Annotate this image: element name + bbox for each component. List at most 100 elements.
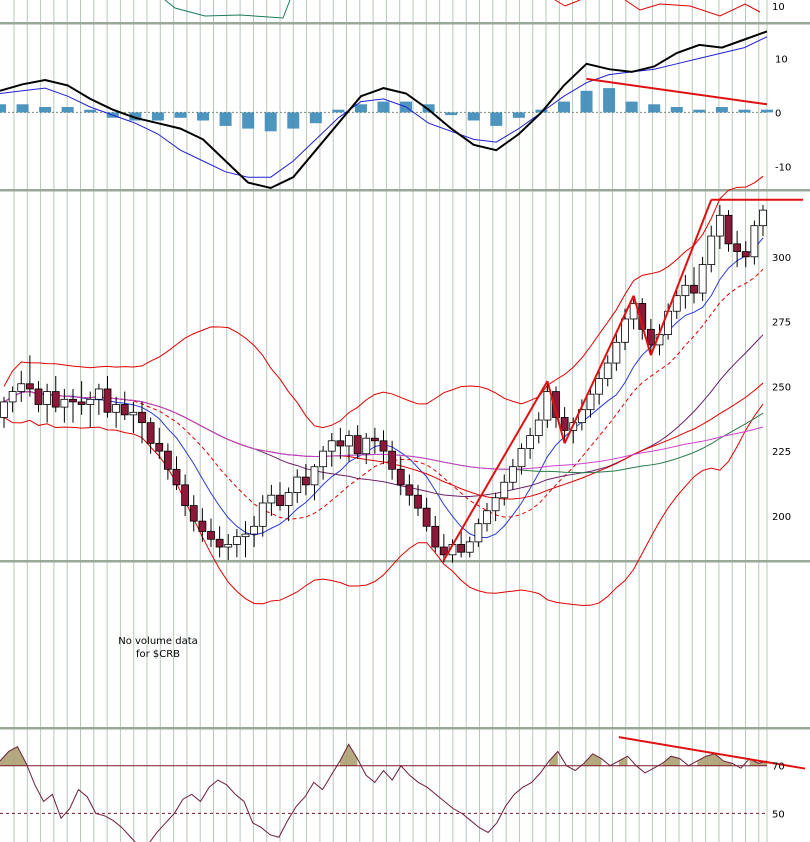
candle-down bbox=[396, 468, 405, 486]
candle-up bbox=[483, 510, 491, 525]
macd-histogram-bar bbox=[197, 112, 210, 121]
candle-down bbox=[207, 531, 215, 540]
candle-down bbox=[388, 450, 397, 470]
candle-down bbox=[690, 284, 698, 294]
candle-down bbox=[379, 440, 388, 452]
candle-down bbox=[25, 383, 34, 390]
candle-up bbox=[517, 448, 526, 468]
candle-down bbox=[181, 484, 190, 506]
rsi-tick-label: 50 bbox=[772, 809, 785, 820]
macd-histogram-bar bbox=[377, 101, 390, 113]
candle-down bbox=[301, 476, 310, 486]
macd-histogram-bar bbox=[738, 109, 751, 113]
candle-up bbox=[465, 541, 474, 553]
chart-background bbox=[0, 0, 810, 842]
macd-tick-label: 10 bbox=[775, 54, 788, 65]
candle-up bbox=[250, 525, 259, 535]
candle-up bbox=[491, 497, 500, 512]
candle-down bbox=[353, 435, 362, 455]
candle-up bbox=[8, 391, 17, 403]
candle-up bbox=[284, 492, 293, 506]
macd-tick-label: -10 bbox=[775, 162, 791, 173]
candle-down bbox=[120, 404, 129, 416]
candle-up bbox=[60, 398, 69, 408]
macd-histogram-bar bbox=[648, 104, 661, 113]
candle-up bbox=[750, 225, 759, 258]
macd-histogram-bar bbox=[287, 112, 300, 129]
candle-up bbox=[759, 209, 767, 227]
macd-histogram-bar bbox=[0, 104, 6, 113]
candle-up bbox=[86, 398, 95, 405]
macd-histogram-bar bbox=[309, 112, 322, 124]
candle-up bbox=[603, 362, 612, 379]
macd-histogram-bar bbox=[467, 112, 480, 121]
candle-down bbox=[172, 468, 181, 486]
candle-up bbox=[310, 466, 319, 486]
candle-down bbox=[146, 422, 155, 444]
candle-down bbox=[741, 251, 750, 258]
macd-histogram-bar bbox=[151, 112, 164, 121]
price-tick-label: 275 bbox=[772, 318, 791, 329]
stock-chart: 10 10 0 -10 300 275 250 225 200 No volume data for… bbox=[0, 0, 810, 842]
candle-down bbox=[215, 538, 224, 548]
candle-up bbox=[293, 476, 302, 494]
macd-histogram-bar bbox=[715, 107, 728, 113]
macd-histogram-bar bbox=[16, 104, 29, 113]
macd-histogram-bar bbox=[174, 112, 187, 118]
macd-histogram-bar bbox=[445, 112, 458, 116]
macd-histogram-bar bbox=[580, 90, 593, 113]
candle-up bbox=[345, 435, 353, 447]
panel-separator bbox=[0, 727, 810, 730]
candle-down bbox=[646, 328, 655, 346]
candle-up bbox=[327, 440, 336, 452]
macd-histogram-bar bbox=[693, 109, 706, 113]
top-tick-label: 10 bbox=[772, 2, 785, 13]
macd-histogram-bar bbox=[264, 112, 277, 132]
candle-down bbox=[198, 520, 207, 532]
macd-histogram-bar bbox=[39, 107, 52, 113]
macd-tick-label: 0 bbox=[775, 108, 781, 119]
macd-histogram-bar bbox=[242, 112, 255, 129]
candle-down bbox=[77, 401, 86, 405]
macd-histogram-bar bbox=[670, 107, 683, 113]
macd-histogram-bar bbox=[219, 112, 232, 126]
candle-up bbox=[698, 264, 707, 294]
candle-up bbox=[715, 214, 724, 237]
candle-up bbox=[94, 388, 103, 400]
candle-up bbox=[526, 435, 535, 449]
rsi-tick-label: 70 bbox=[772, 762, 785, 773]
candle-up bbox=[43, 391, 52, 405]
candle-down bbox=[51, 391, 60, 408]
candle-up bbox=[621, 318, 629, 343]
candle-up bbox=[319, 450, 328, 468]
price-tick-label: 300 bbox=[772, 253, 791, 264]
candle-up bbox=[241, 533, 250, 538]
candle-up bbox=[612, 341, 621, 364]
macd-histogram-bar bbox=[490, 112, 503, 126]
candle-up bbox=[595, 378, 604, 395]
candle-up bbox=[508, 466, 517, 483]
candle-down bbox=[439, 546, 448, 556]
candle-down bbox=[336, 440, 345, 447]
candle-down bbox=[457, 544, 466, 553]
candle-up bbox=[267, 494, 276, 504]
macd-histogram-bar bbox=[332, 109, 345, 113]
candle-down bbox=[34, 388, 43, 405]
candle-up bbox=[586, 393, 595, 411]
candle-down bbox=[405, 484, 414, 496]
price-tick-label: 225 bbox=[772, 447, 791, 458]
candle-down bbox=[431, 525, 440, 548]
candle-up bbox=[534, 419, 543, 437]
macd-histogram-bar bbox=[354, 104, 367, 113]
candle-down bbox=[189, 505, 198, 522]
macd-histogram-bar bbox=[512, 112, 525, 118]
candle-down bbox=[103, 388, 112, 413]
candle-up bbox=[681, 284, 690, 297]
candle-down bbox=[155, 442, 164, 452]
candle-up bbox=[474, 523, 483, 543]
panel-separator bbox=[0, 189, 810, 192]
candle-down bbox=[370, 437, 379, 442]
candle-up bbox=[224, 544, 233, 548]
price-tick-label: 200 bbox=[772, 512, 791, 523]
candle-up bbox=[129, 411, 138, 416]
